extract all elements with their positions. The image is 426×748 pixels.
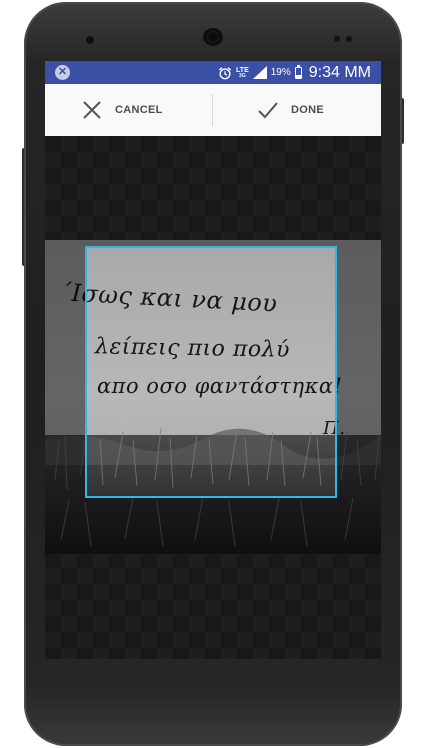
cancel-label: CANCEL (115, 104, 163, 116)
proximity-sensor (334, 36, 340, 42)
network-type: LTE 3G (236, 67, 249, 79)
alarm-icon (218, 66, 232, 79)
signal-icon (252, 66, 267, 79)
crop-canvas[interactable]: ΄Ισως και να μου λείπεις πιο πολύ απο οσ… (45, 136, 381, 659)
done-label: DONE (291, 104, 324, 116)
check-icon (258, 102, 278, 119)
done-button[interactable]: DONE (257, 84, 324, 136)
crop-rectangle[interactable] (85, 246, 337, 498)
app-notification-icon: ✕ (55, 65, 70, 80)
cancel-button[interactable]: CANCEL (81, 84, 163, 136)
crop-dim-bottom (45, 498, 381, 659)
action-divider (212, 94, 213, 126)
front-camera (86, 36, 94, 44)
screen: ✕ LTE 3G 19% 9:34 MM CANCEL DONE ΄Ισως κ… (45, 61, 381, 659)
crop-dim-right (337, 246, 381, 498)
earpiece-speaker (203, 28, 223, 46)
battery-percent: 19% (270, 67, 291, 78)
light-sensor (346, 36, 352, 42)
network-sub-label: 3G (239, 72, 246, 79)
close-icon (83, 101, 101, 119)
status-bar: ✕ LTE 3G 19% 9:34 MM (45, 61, 381, 84)
battery-icon (294, 64, 302, 79)
crop-dim-top (45, 136, 381, 246)
status-icons: LTE 3G 19% 9:34 MM (218, 61, 371, 84)
action-bar: CANCEL DONE (45, 84, 381, 136)
crop-dim-left (45, 246, 85, 498)
status-clock: 9:34 MM (308, 63, 371, 81)
